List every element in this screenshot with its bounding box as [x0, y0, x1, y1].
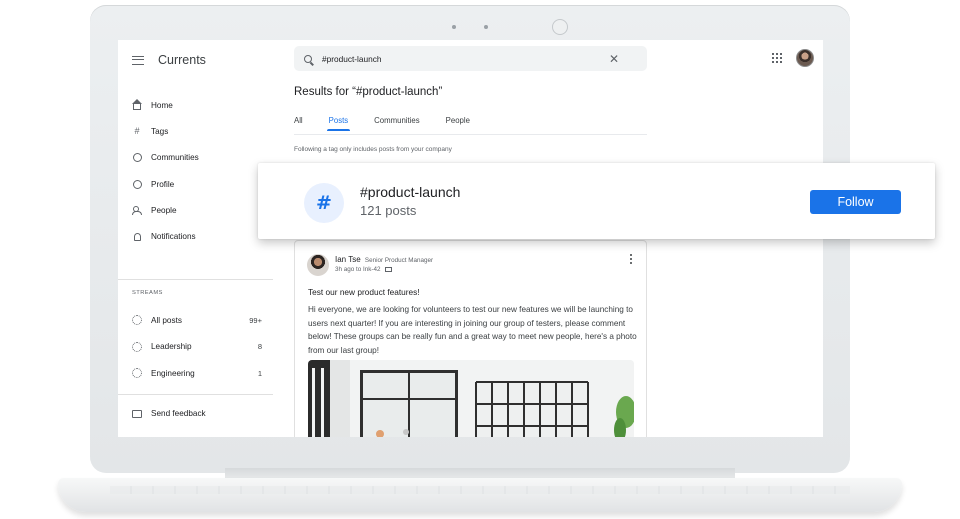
sidebar-item-label: Profile: [151, 179, 175, 189]
stream-item-leadership[interactable]: Leadership 8: [132, 334, 262, 361]
sidebar-divider: [118, 279, 273, 280]
author-avatar[interactable]: [307, 254, 329, 276]
hash-icon: #: [316, 191, 332, 214]
tag-post-count: 121 posts: [360, 203, 417, 218]
streams-list: All posts 99+ Leadership 8 Engineering 1: [132, 307, 262, 387]
post-card: Ian Tse Senior Product Manager 3h ago to…: [294, 240, 647, 437]
sidebar-item-profile[interactable]: Profile: [132, 171, 199, 197]
post-meta-text: 3h ago to Ink-42: [335, 266, 381, 273]
tag-icon-badge: #: [304, 183, 344, 223]
tabs-divider: [294, 134, 647, 135]
sidebar-nav: Home # Tags Communities Profile People N…: [132, 92, 199, 250]
sidebar-item-communities[interactable]: Communities: [132, 145, 199, 171]
communities-icon: [132, 153, 142, 163]
stream-label: Leadership: [151, 342, 192, 352]
sidebar-item-label: Home: [151, 100, 173, 110]
tab-communities[interactable]: Communities: [374, 116, 420, 131]
stream-icon: [132, 315, 142, 326]
stream-icon: [132, 341, 142, 352]
apps-grid-icon[interactable]: [772, 53, 782, 63]
home-icon: [132, 98, 142, 110]
post-body: Hi everyone, we are looking for voluntee…: [308, 305, 637, 355]
send-feedback-label: Send feedback: [151, 409, 206, 418]
app-header: Currents: [132, 52, 206, 68]
sidebar-item-notifications[interactable]: Notifications: [132, 223, 199, 249]
streams-heading: STREAMS: [132, 290, 163, 296]
post-title: Test our new product features!: [308, 287, 420, 297]
search-input[interactable]: #product-launch: [322, 54, 609, 64]
send-feedback-link[interactable]: Send feedback: [132, 409, 206, 418]
author-name[interactable]: Ian Tse: [335, 255, 361, 264]
tab-people[interactable]: People: [446, 116, 470, 131]
author-role: Senior Product Manager: [364, 257, 434, 264]
laptop-keyboard-edge: [110, 486, 850, 494]
sidebar: Currents Home # Tags Communities Profile…: [118, 40, 273, 437]
post-photo[interactable]: [308, 360, 634, 437]
app-title: Currents: [158, 53, 206, 67]
hash-icon: #: [134, 125, 140, 136]
follow-hint: Following a tag only includes posts from…: [294, 146, 452, 153]
result-tabs: All Posts Communities People: [294, 116, 496, 131]
sidebar-item-label: Communities: [151, 153, 199, 163]
tab-all[interactable]: All: [294, 116, 303, 131]
account-avatar[interactable]: [796, 49, 814, 67]
sidebar-item-label: People: [151, 205, 177, 215]
results-title: Results for “#product-launch”: [294, 86, 443, 98]
feedback-icon: [132, 409, 142, 418]
tab-posts[interactable]: Posts: [326, 116, 350, 131]
community-icon: [385, 266, 393, 272]
tag-follow-card: # #product-launch 121 posts Follow: [258, 163, 935, 239]
tag-name[interactable]: #product-launch: [360, 184, 460, 200]
webcam-icon: [552, 19, 568, 35]
camera-sensor-dot: [452, 25, 456, 29]
search-bar[interactable]: #product-launch ✕: [294, 46, 647, 71]
sidebar-item-home[interactable]: Home: [132, 92, 199, 118]
sidebar-divider: [118, 394, 273, 395]
stream-count: 99+: [249, 315, 262, 325]
profile-icon: [132, 179, 142, 189]
search-icon[interactable]: [304, 54, 312, 63]
post-author[interactable]: Ian Tse Senior Product Manager: [335, 255, 433, 264]
follow-button[interactable]: Follow: [810, 190, 901, 214]
stream-count: 8: [257, 342, 262, 352]
people-icon: [132, 205, 142, 216]
sidebar-item-people[interactable]: People: [132, 197, 199, 223]
stream-label: Engineering: [151, 368, 195, 378]
camera-sensor-dot: [484, 25, 488, 29]
laptop-base: [58, 478, 902, 512]
stream-item-all-posts[interactable]: All posts 99+: [132, 307, 262, 334]
sidebar-item-tags[interactable]: # Tags: [132, 118, 199, 144]
sidebar-item-label: Notifications: [151, 232, 196, 242]
hamburger-menu-icon[interactable]: [132, 55, 144, 65]
post-meta: 3h ago to Ink-42: [335, 266, 393, 273]
stream-item-engineering[interactable]: Engineering 1: [132, 360, 262, 387]
laptop-mockup: Currents Home # Tags Communities Profile…: [0, 0, 960, 519]
office-photo: [308, 360, 634, 437]
bell-icon: [132, 232, 142, 242]
stream-icon: [132, 368, 142, 379]
more-options-icon[interactable]: [630, 254, 632, 264]
stream-count: 1: [257, 368, 262, 378]
sidebar-item-label: Tags: [151, 126, 169, 136]
clear-search-icon[interactable]: ✕: [609, 53, 619, 65]
stream-label: All posts: [151, 315, 182, 325]
